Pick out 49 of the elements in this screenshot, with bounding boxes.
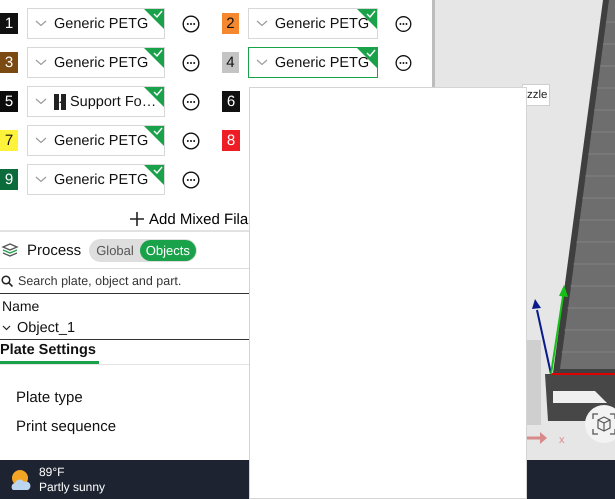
filament-number: 6 [222,91,240,112]
filament-dropdown[interactable]: Generic PETG [248,8,378,39]
filament-number: 9 [0,169,18,190]
column-header: Name [1,297,40,316]
x-axis-line [551,373,615,375]
search-field[interactable]: Search plate, object and part. [18,274,248,288]
caret-icon [35,20,47,27]
filament-number: 1 [0,13,18,34]
caret-icon [256,59,268,66]
more-icon[interactable] [182,92,200,110]
settings-tab[interactable]: Plate Settings [0,340,99,364]
filament-number: 5 [0,91,18,112]
x-axis-arrow [527,432,547,444]
view-cube-button[interactable] [585,405,615,443]
filament-number: 7 [0,130,18,151]
filament-number: 2 [222,13,239,34]
process-title: Process [27,242,82,258]
more-icon[interactable] [182,54,200,72]
setting-label: Print sequence [16,418,116,435]
plus-icon [130,212,144,226]
caret-icon [35,98,47,105]
caret-icon [35,176,47,183]
more-icon[interactable] [182,170,200,188]
caret-icon [35,59,47,66]
weather-condition: Partly sunny [39,480,106,494]
caret-icon [256,20,268,27]
filament-number: 4 [222,52,239,73]
caret-icon [35,137,47,144]
search-icon [1,275,13,287]
filament-dropdown[interactable]: Generic PETG [27,47,165,78]
filament-number: 8 [222,130,240,151]
more-icon[interactable] [395,14,412,32]
add-mixed-filament-button[interactable]: Add Mixed Fila [130,209,248,229]
support-icon [54,94,66,110]
more-icon[interactable] [182,132,200,150]
temperature-text: 89°F [39,464,66,480]
filament-dropdown[interactable]: Generic PETG [248,47,378,78]
weather-icon [9,468,33,492]
filament-dropdown[interactable]: Generic PETG [27,125,165,156]
setting-label: Plate type [16,389,83,406]
filament-dropdown[interactable]: Support Fo… [27,86,165,117]
more-icon[interactable] [182,14,200,32]
scope-option[interactable]: Global [90,240,140,260]
axis-label: x [559,434,564,446]
filament-dropdown[interactable]: Generic PETG [27,8,165,39]
filament-number: 3 [0,52,18,73]
filament-dropdown[interactable]: Generic PETG [27,164,165,195]
layers-icon [1,243,19,257]
more-icon[interactable] [395,54,412,72]
